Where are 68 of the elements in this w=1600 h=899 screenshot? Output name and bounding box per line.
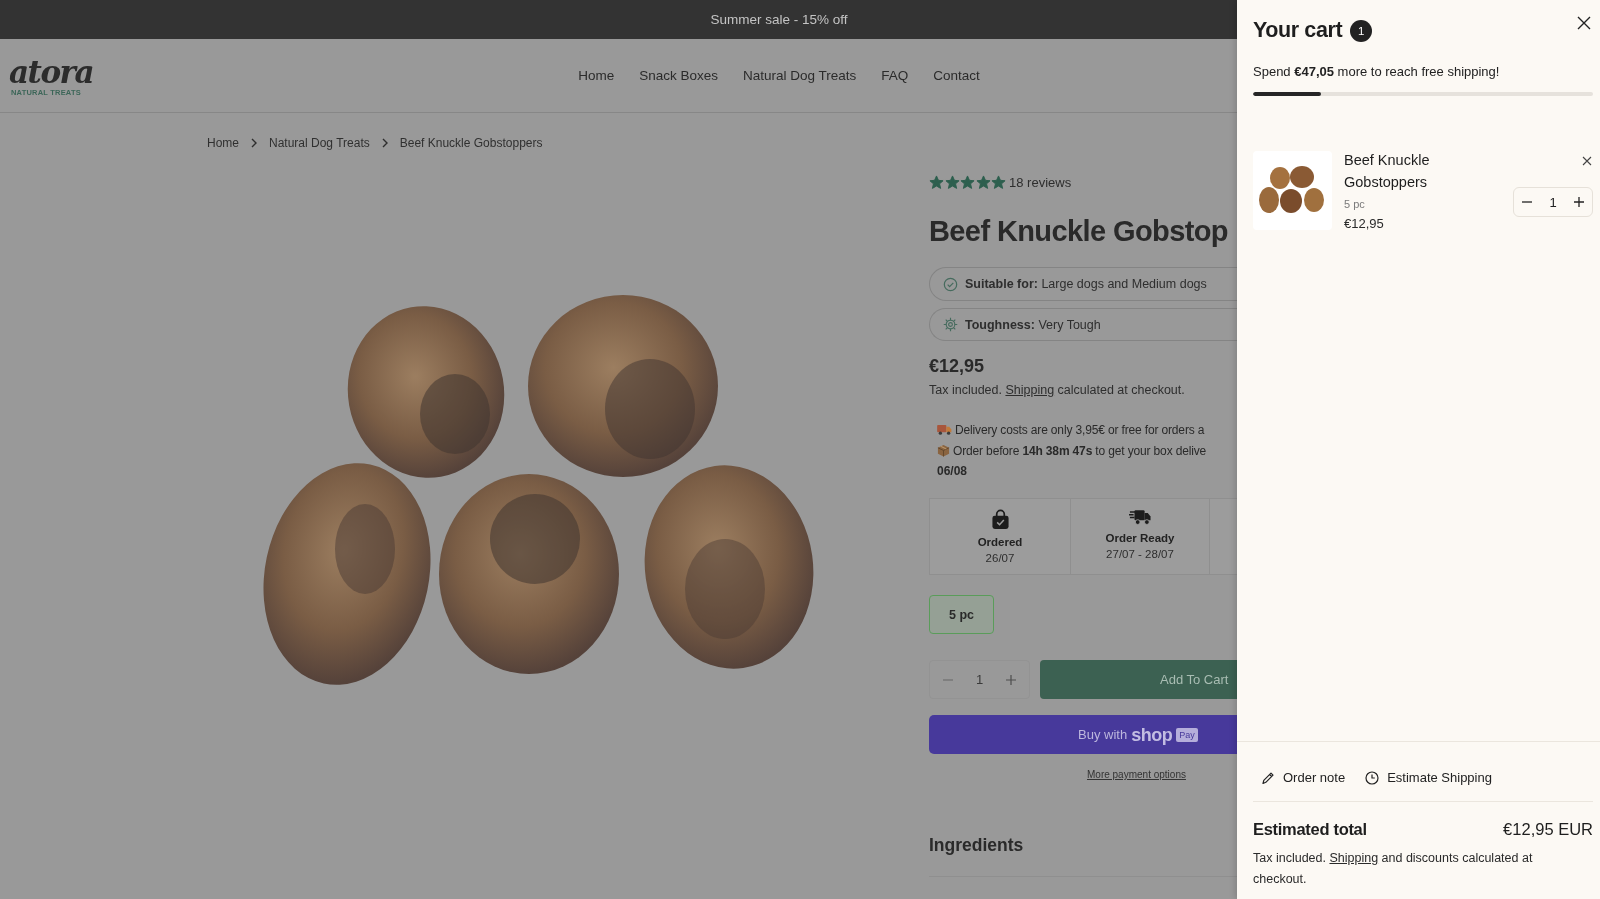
nav-link[interactable]: FAQ [881,68,909,83]
star-icon [929,174,944,190]
shop-pay-wordmark: shop [1131,724,1173,745]
variant-option[interactable]: 5 pc [929,595,994,634]
nav-link[interactable]: Snack Boxes [639,68,718,83]
shipping-link[interactable]: Shipping [1005,383,1055,397]
attribute-text: Suitable for: Large dogs and Medium dogs [965,277,1207,291]
shop-pay-label: Buy with [1078,727,1128,742]
pencil-icon [1261,771,1275,785]
reviews-link[interactable]: 18 reviews [1009,174,1072,190]
box-icon [937,444,950,457]
cart-action-button[interactable]: Estimate Shipping [1365,769,1492,787]
gear-icon [943,317,958,332]
step-label: Order Ready [1105,531,1175,546]
cart-item-price: €12,95 [1344,215,1384,233]
minus-icon [1522,201,1532,203]
quantity-field[interactable]: 1 [967,672,992,687]
truck-icon [937,424,952,435]
delivery-note: Order before 14h 38m 47s to get your box delive [953,443,1207,458]
tax-note: Tax included. Shipping calculated at checkout. [929,382,1185,399]
shipping-link[interactable]: Shipping [1329,851,1379,865]
total-label: Estimated total [1253,819,1367,839]
section-heading[interactable]: Ingredients [929,834,1024,856]
star-icon [991,174,1006,190]
cart-action-button[interactable]: Order note [1261,769,1346,787]
cart-title: Your cart [1253,17,1343,44]
clock-icon [1365,771,1380,785]
step-date: 26/07 [985,551,1015,566]
chevron-right-icon [381,138,388,148]
breadcrumb-current: Beef Knuckle Gobstoppers [399,136,543,150]
total-amount: €12,95 EUR [1503,819,1593,839]
delivery-truck-icon [1129,509,1151,526]
pay-tag: Pay [1176,727,1198,742]
cart-count: 1 [1350,19,1373,42]
product-price: €12,95 [929,355,985,377]
plus-icon [1006,674,1016,685]
free-shipping-message: Spend €47,05 more to reach free shipping! [1253,63,1501,81]
add-to-cart-button[interactable]: Add To Cart [1040,660,1237,699]
close-icon [1582,156,1592,166]
plus-icon [1574,197,1584,207]
product-title: Beef Knuckle Gobstop [929,214,1228,249]
breadcrumb-link[interactable]: Home [207,136,239,150]
star-icon [944,174,960,190]
star-icon [960,174,975,190]
quantity-field[interactable]: 1 [1543,194,1563,210]
attribute-text: Toughness: Very Tough [965,317,1101,332]
close-button[interactable] [1575,14,1593,32]
more-payment-link[interactable]: More payment options [1087,768,1186,782]
checkout-note: Tax included. Shipping and discounts calculated at checkout. [1253,850,1534,888]
logo-wordmark[interactable]: atora [9,56,93,88]
step-date: 27/07 - 28/07 [1106,547,1174,562]
breadcrumb-link[interactable]: Natural Dog Treats [269,136,370,150]
announcement-text: Summer sale - 15% off [710,12,848,27]
step-label: Ordered [977,535,1023,550]
remove-item-button[interactable] [1581,155,1593,167]
cart-item-variant: 5 pc [1344,197,1365,212]
nav-link[interactable]: Contact [933,68,980,83]
chevron-right-icon [251,138,257,148]
shopping-bag-icon [990,509,1010,530]
close-icon [1577,16,1591,30]
shop-pay-button[interactable]: Buy with shop Pay [929,715,1237,754]
cart-item-name[interactable]: Beef Knuckle Gobstoppers [1344,149,1474,193]
check-circle-icon [943,276,958,292]
star-icon [975,174,991,190]
delivery-note: Delivery costs are only 3,95€ or free for orders a [955,422,1205,437]
nav-link[interactable]: Natural Dog Treats [742,68,857,83]
delivery-date: 06/08 [937,463,969,480]
nav-link[interactable]: Home [578,68,615,83]
